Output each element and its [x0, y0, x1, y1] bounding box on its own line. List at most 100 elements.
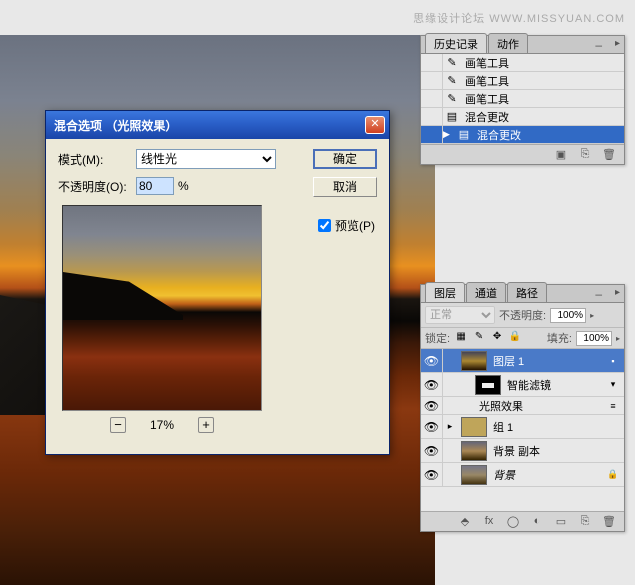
- zoom-out-button[interactable]: −: [110, 417, 126, 433]
- layer-name[interactable]: 图层 1: [491, 353, 602, 369]
- tab-history[interactable]: 历史记录: [425, 33, 487, 53]
- layers-panel: 图层 通道 路径 – ▸ 正常 不透明度: 100% ▸ 锁定: ▦ ✎ ✥ 🔒…: [420, 284, 625, 532]
- tab-layers[interactable]: 图层: [425, 282, 465, 302]
- dialog-titlebar[interactable]: 混合选项 （光照效果） ✕: [46, 111, 389, 139]
- brush-icon: ✎: [443, 56, 461, 69]
- current-arrow-icon: ▶: [443, 129, 455, 140]
- mode-label: 模式(M):: [58, 151, 136, 168]
- layer-list: 👁 图层 1 ▪ 👁 智能滤镜 ▾ 👁 光照效果 ≡ 👁 ▸ 组 1 👁: [421, 349, 624, 511]
- adjustment-icon[interactable]: ◐: [530, 515, 544, 529]
- minimize-icon[interactable]: –: [595, 38, 602, 52]
- visibility-icon[interactable]: 👁: [421, 415, 443, 438]
- panel-menu-icon[interactable]: ▸: [615, 38, 620, 49]
- chevron-down-icon[interactable]: ▾: [602, 379, 624, 390]
- history-row[interactable]: ✎画笔工具: [421, 90, 624, 108]
- zoom-in-button[interactable]: +: [198, 417, 214, 433]
- ok-button[interactable]: 确定: [313, 149, 377, 169]
- zoom-percent: 17%: [150, 418, 174, 432]
- thumb-mountain: [63, 272, 183, 320]
- preview-check-input[interactable]: [318, 219, 331, 232]
- lock-label: 锁定:: [425, 330, 450, 346]
- brush-icon: ✎: [443, 92, 461, 105]
- watermark-text: 思缘设计论坛 WWW.MISSYUAN.COM: [413, 10, 625, 26]
- history-label: 画笔工具: [461, 91, 509, 107]
- camera-icon[interactable]: ▣: [554, 148, 568, 162]
- visibility-icon[interactable]: 👁: [421, 373, 443, 396]
- lock-transparent-icon[interactable]: ▦: [454, 331, 468, 345]
- mask-icon[interactable]: ◯: [506, 515, 520, 529]
- layer-row[interactable]: 👁 背景 🔒: [421, 463, 624, 487]
- percent-sign: %: [178, 179, 189, 193]
- brush-icon: ✎: [443, 74, 461, 87]
- opacity-label: 不透明度:: [499, 307, 546, 323]
- close-icon[interactable]: ✕: [365, 116, 385, 134]
- smart-object-icon[interactable]: ▪: [602, 356, 624, 366]
- fill-value[interactable]: 100%: [576, 331, 612, 346]
- history-row[interactable]: ✎画笔工具: [421, 54, 624, 72]
- opacity-value[interactable]: 100%: [550, 308, 586, 323]
- preview-thumbnail[interactable]: [62, 205, 262, 411]
- link-icon[interactable]: ⬘: [458, 515, 472, 529]
- history-row[interactable]: ▤混合更改: [421, 108, 624, 126]
- preview-label: 预览(P): [335, 217, 375, 234]
- folder-icon[interactable]: [461, 417, 487, 437]
- tab-actions[interactable]: 动作: [488, 33, 528, 53]
- opacity-label: 不透明度(O):: [58, 178, 136, 195]
- layer-thumbnail[interactable]: [461, 465, 487, 485]
- opacity-input[interactable]: [136, 177, 174, 195]
- blend-mode-select[interactable]: 正常: [425, 306, 495, 324]
- layer-name[interactable]: 背景 副本: [491, 443, 624, 459]
- folder-icon[interactable]: ▭: [554, 515, 568, 529]
- visibility-icon[interactable]: 👁: [421, 463, 443, 486]
- chevron-right-icon[interactable]: ▸: [443, 421, 457, 432]
- history-label: 画笔工具: [461, 73, 509, 89]
- mode-select[interactable]: 线性光: [136, 149, 276, 169]
- history-label: 混合更改: [473, 127, 521, 143]
- document-icon: ▤: [455, 128, 473, 141]
- layer-thumbnail[interactable]: [461, 441, 487, 461]
- history-list: ✎画笔工具 ✎画笔工具 ✎画笔工具 ▤混合更改 ▶▤混合更改: [421, 54, 624, 144]
- history-row[interactable]: ▶▤混合更改: [421, 126, 624, 144]
- visibility-icon[interactable]: 👁: [421, 397, 443, 414]
- trash-icon[interactable]: 🗑: [602, 515, 616, 529]
- tab-channels[interactable]: 通道: [466, 282, 506, 302]
- visibility-icon[interactable]: 👁: [421, 349, 443, 372]
- trash-icon[interactable]: 🗑: [602, 148, 616, 162]
- layer-thumbnail[interactable]: [475, 375, 501, 395]
- visibility-icon[interactable]: 👁: [421, 439, 443, 462]
- chevron-right-icon[interactable]: ▸: [616, 334, 620, 343]
- panel-menu-icon[interactable]: ▸: [615, 287, 620, 298]
- fill-label: 填充:: [547, 330, 572, 346]
- new-snapshot-icon[interactable]: ⎘: [578, 148, 592, 162]
- layer-thumbnail[interactable]: [461, 351, 487, 371]
- layer-name[interactable]: 组 1: [491, 419, 624, 435]
- minimize-icon[interactable]: –: [595, 287, 602, 301]
- layer-row[interactable]: 👁 智能滤镜 ▾: [421, 373, 624, 397]
- tab-paths[interactable]: 路径: [507, 282, 547, 302]
- lock-all-icon[interactable]: 🔒: [508, 331, 522, 345]
- layer-name[interactable]: 背景: [491, 467, 602, 483]
- history-row[interactable]: ✎画笔工具: [421, 72, 624, 90]
- fx-icon[interactable]: fx: [482, 515, 496, 529]
- document-icon: ▤: [443, 110, 461, 123]
- layer-name[interactable]: 智能滤镜: [505, 377, 602, 393]
- lock-icon: 🔒: [602, 469, 624, 480]
- history-panel: 历史记录 动作 – ▸ ✎画笔工具 ✎画笔工具 ✎画笔工具 ▤混合更改 ▶▤混合…: [420, 35, 625, 165]
- history-label: 画笔工具: [461, 55, 509, 71]
- layer-group-row[interactable]: 👁 ▸ 组 1: [421, 415, 624, 439]
- layer-row[interactable]: 👁 背景 副本: [421, 439, 624, 463]
- layer-empty-area[interactable]: [421, 487, 624, 511]
- dialog-title: 混合选项 （光照效果）: [54, 117, 365, 134]
- history-label: 混合更改: [461, 109, 509, 125]
- new-layer-icon[interactable]: ⎘: [578, 515, 592, 529]
- lock-move-icon[interactable]: ✥: [490, 331, 504, 345]
- layer-effect-row[interactable]: 👁 光照效果 ≡: [421, 397, 624, 415]
- effect-name[interactable]: 光照效果: [443, 398, 602, 414]
- lock-brush-icon[interactable]: ✎: [472, 331, 486, 345]
- chevron-right-icon[interactable]: ▸: [590, 311, 594, 320]
- blend-options-dialog: 混合选项 （光照效果） ✕ 模式(M): 线性光 不透明度(O): % 确定 取…: [45, 110, 390, 455]
- effect-options-icon[interactable]: ≡: [602, 401, 624, 411]
- preview-checkbox[interactable]: 预览(P): [318, 217, 375, 234]
- layer-row[interactable]: 👁 图层 1 ▪: [421, 349, 624, 373]
- cancel-button[interactable]: 取消: [313, 177, 377, 197]
